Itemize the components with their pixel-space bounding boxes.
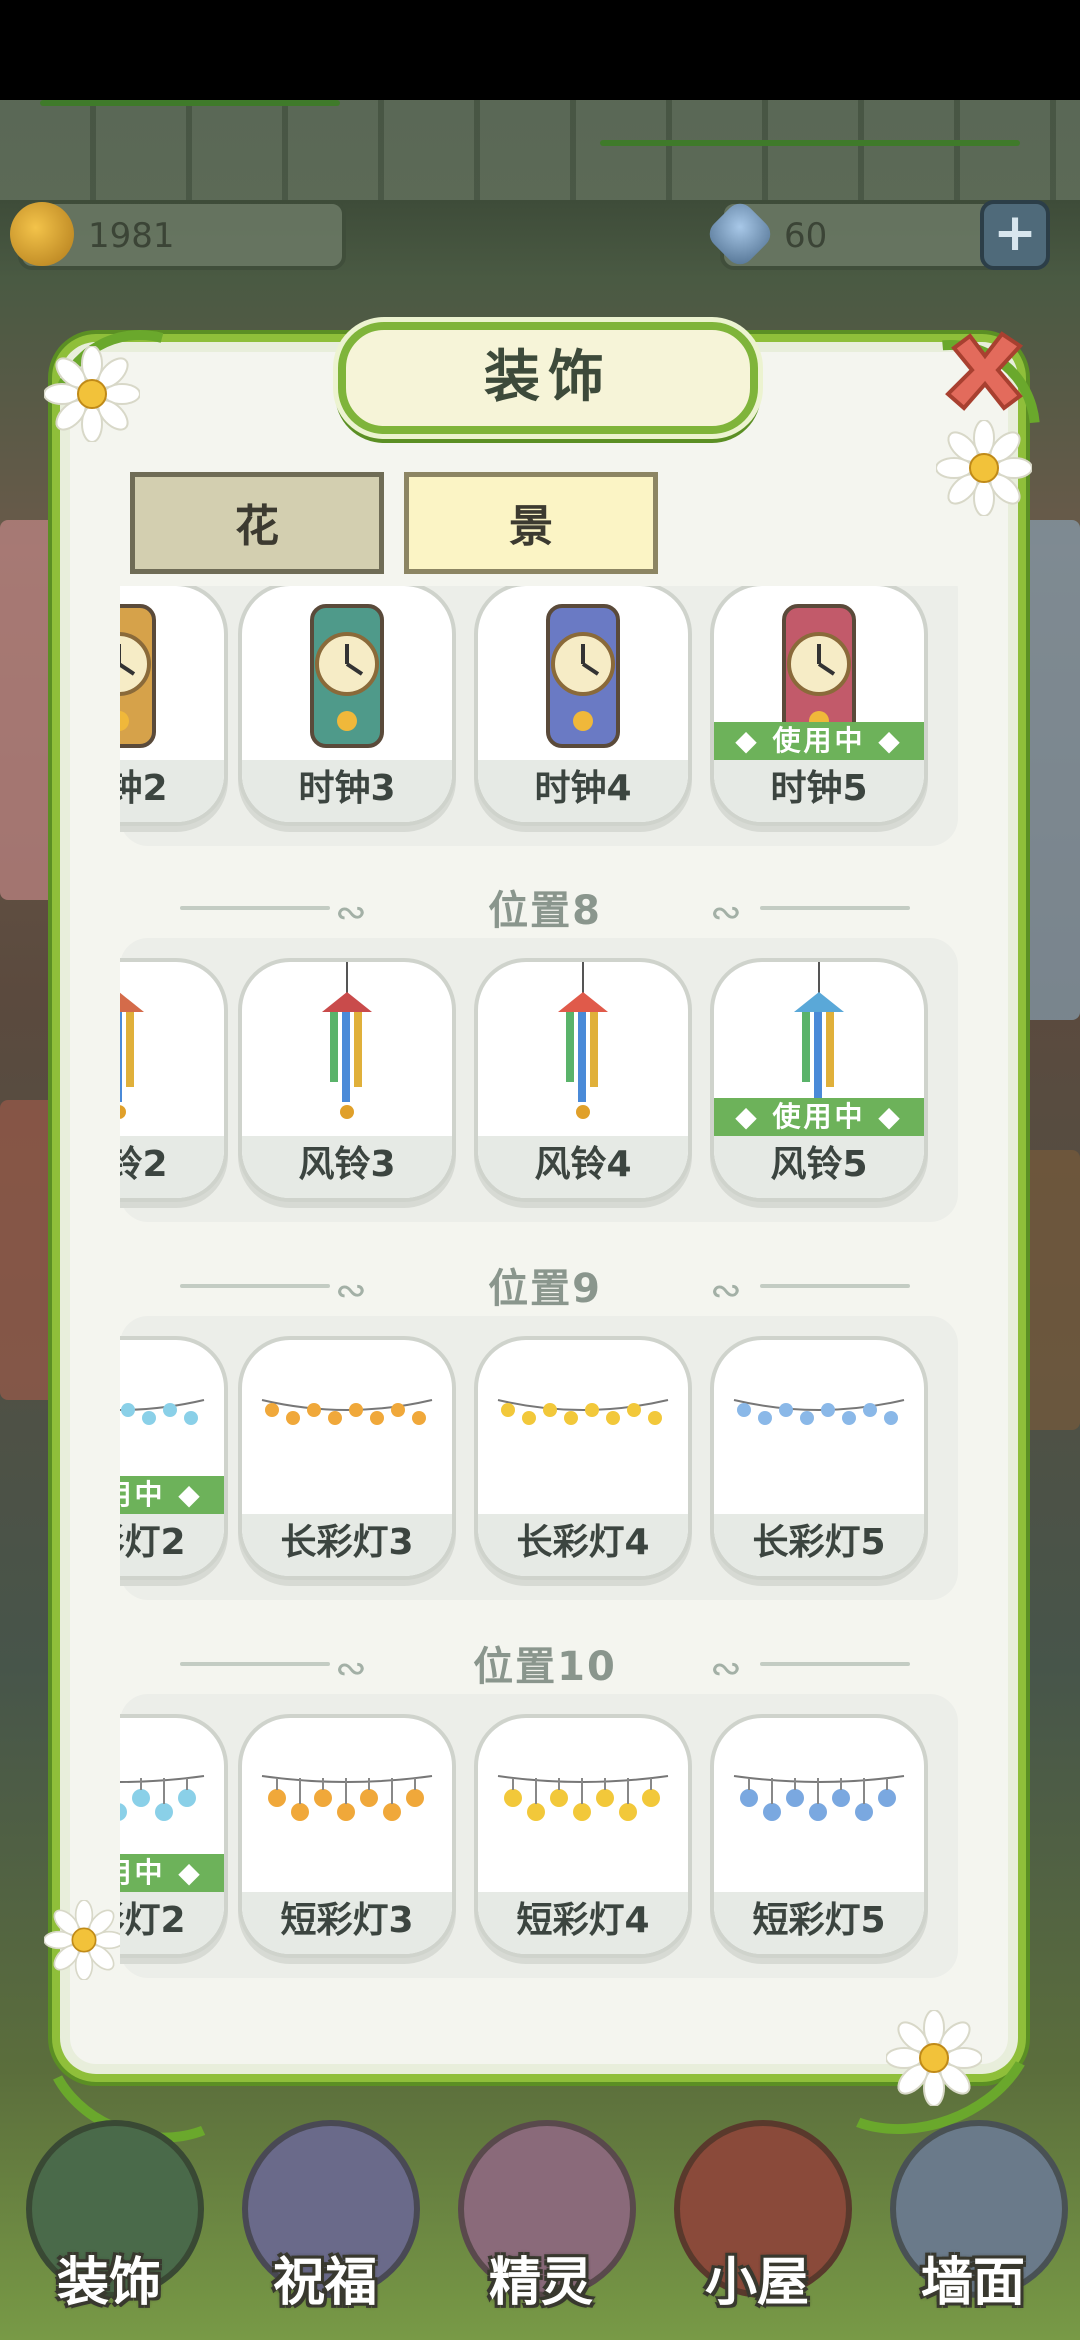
swirl-ornament-icon: ∾ (710, 1646, 742, 1690)
divider (760, 1284, 910, 1288)
decoration-card[interactable]: 风铃3 (238, 958, 456, 1202)
decoration-card[interactable]: 长彩灯5 (710, 1336, 928, 1580)
card-label: 长彩灯2 (120, 1514, 224, 1576)
card-label: 长彩灯4 (478, 1514, 688, 1576)
nav-house-button[interactable]: 小屋 (662, 2110, 852, 2330)
decoration-card[interactable]: 风铃2 (120, 958, 228, 1202)
section-header: ∾ 位置10 ∾ (120, 1632, 970, 1692)
nav-rabbit-button[interactable]: 祝福 (230, 2110, 420, 2330)
long-lights-illustration (733, 1399, 905, 1425)
roof-tiles (0, 100, 1080, 200)
dialog-title-plate: 装饰 (338, 322, 758, 434)
section-header: ∾ 位置9 ∾ (120, 1254, 970, 1314)
gems-value: 60 (784, 216, 828, 256)
decoration-card[interactable]: 短彩灯4 (474, 1714, 692, 1958)
short-lights-illustration (497, 1775, 669, 1821)
card-label: 时钟3 (242, 760, 452, 822)
card-label: 风铃3 (242, 1136, 452, 1198)
card-label: 风铃5 (714, 1136, 924, 1198)
decoration-card[interactable]: ◆ 使用中 ◆ 时钟5 (710, 586, 928, 826)
in-use-badge: ◆ 使用中 ◆ (120, 1476, 224, 1514)
drops-value: 1981 (88, 216, 175, 256)
decoration-card[interactable]: 长彩灯3 (238, 1336, 456, 1580)
long-lights-illustration (261, 1399, 433, 1425)
wind-chime-illustration (120, 992, 144, 1119)
decoration-card[interactable]: 长彩灯4 (474, 1336, 692, 1580)
bg-building (1010, 1150, 1080, 1430)
nav-fairy-button[interactable]: 精灵 (446, 2110, 636, 2330)
divider (760, 906, 910, 910)
card-label: 短彩灯5 (714, 1892, 924, 1954)
card-label: 时钟4 (478, 760, 688, 822)
card-label: 短彩灯3 (242, 1892, 452, 1954)
decoration-card[interactable]: ◆ 使用中 ◆ 风铃5 (710, 958, 928, 1202)
decoration-card[interactable]: ◆ 使用中 ◆长彩灯2 (120, 1336, 228, 1580)
short-lights-illustration (733, 1775, 905, 1821)
bg-building (0, 520, 80, 900)
in-use-badge: ◆ 使用中 ◆ (120, 1854, 224, 1892)
clock-illustration (120, 604, 156, 748)
card-label: 时钟5 (714, 760, 924, 822)
clock-illustration (546, 604, 620, 748)
bg-building (0, 1100, 80, 1400)
decoration-card[interactable]: ◆ 使用中 ◆短彩灯2 (120, 1714, 228, 1958)
nav-label: 装饰 (56, 2253, 161, 2313)
wind-chime-illustration (558, 962, 608, 1119)
short-lights-illustration (261, 1775, 433, 1821)
vine-decoration (40, 100, 340, 106)
nav-plant-button[interactable]: 装饰 (14, 2110, 204, 2330)
nav-label: 小屋 (704, 2253, 809, 2313)
card-label: 短彩灯2 (120, 1892, 224, 1954)
close-icon[interactable] (940, 326, 1030, 416)
decoration-card[interactable]: 时钟3 (238, 586, 456, 826)
in-use-badge: ◆ 使用中 ◆ (714, 722, 924, 760)
card-label: 时钟2 (120, 760, 224, 822)
decoration-card[interactable]: 短彩灯3 (238, 1714, 456, 1958)
card-label: 长彩灯5 (714, 1514, 924, 1576)
daisy-icon (936, 420, 1032, 516)
add-gems-button[interactable]: + (980, 200, 1050, 270)
decoration-card[interactable]: 时钟4 (474, 586, 692, 826)
decoration-list[interactable]: ∾ 位置7 ∾ 时钟2 时钟3 时钟4 ◆ 使用中 ◆时钟5 ∾ 位置8 (120, 586, 970, 2056)
nav-label: 祝福 (272, 2253, 377, 2313)
nav-bell-button[interactable]: 墙面 (878, 2110, 1068, 2330)
tab-scene[interactable]: 景 (404, 472, 658, 574)
card-label: 长彩灯3 (242, 1514, 452, 1576)
bg-building (1010, 520, 1080, 1020)
vine-decoration (600, 140, 1020, 146)
section-header: ∾ 位置8 ∾ (120, 876, 970, 936)
nav-label: 精灵 (488, 2253, 593, 2313)
swirl-ornament-icon: ∾ (710, 890, 742, 934)
swirl-ornament-icon: ∾ (710, 1268, 742, 1312)
card-label: 风铃2 (120, 1136, 224, 1198)
daisy-icon (44, 1900, 124, 1980)
daisy-icon (44, 346, 140, 442)
wind-chime-illustration (322, 962, 372, 1119)
card-label: 短彩灯4 (478, 1892, 688, 1954)
decoration-card[interactable]: 时钟2 (120, 586, 228, 826)
decoration-card[interactable]: 短彩灯5 (710, 1714, 928, 1958)
decoration-card[interactable]: 风铃4 (474, 958, 692, 1202)
divider (760, 1662, 910, 1666)
long-lights-illustration (497, 1399, 669, 1425)
dialog-title: 装饰 (484, 345, 612, 410)
clock-illustration (310, 604, 384, 748)
tab-flower[interactable]: 花 (130, 472, 384, 574)
water-drop-icon (10, 202, 74, 266)
nav-label: 墙面 (920, 2253, 1025, 2313)
card-label: 风铃4 (478, 1136, 688, 1198)
in-use-badge: ◆ 使用中 ◆ (714, 1098, 924, 1136)
